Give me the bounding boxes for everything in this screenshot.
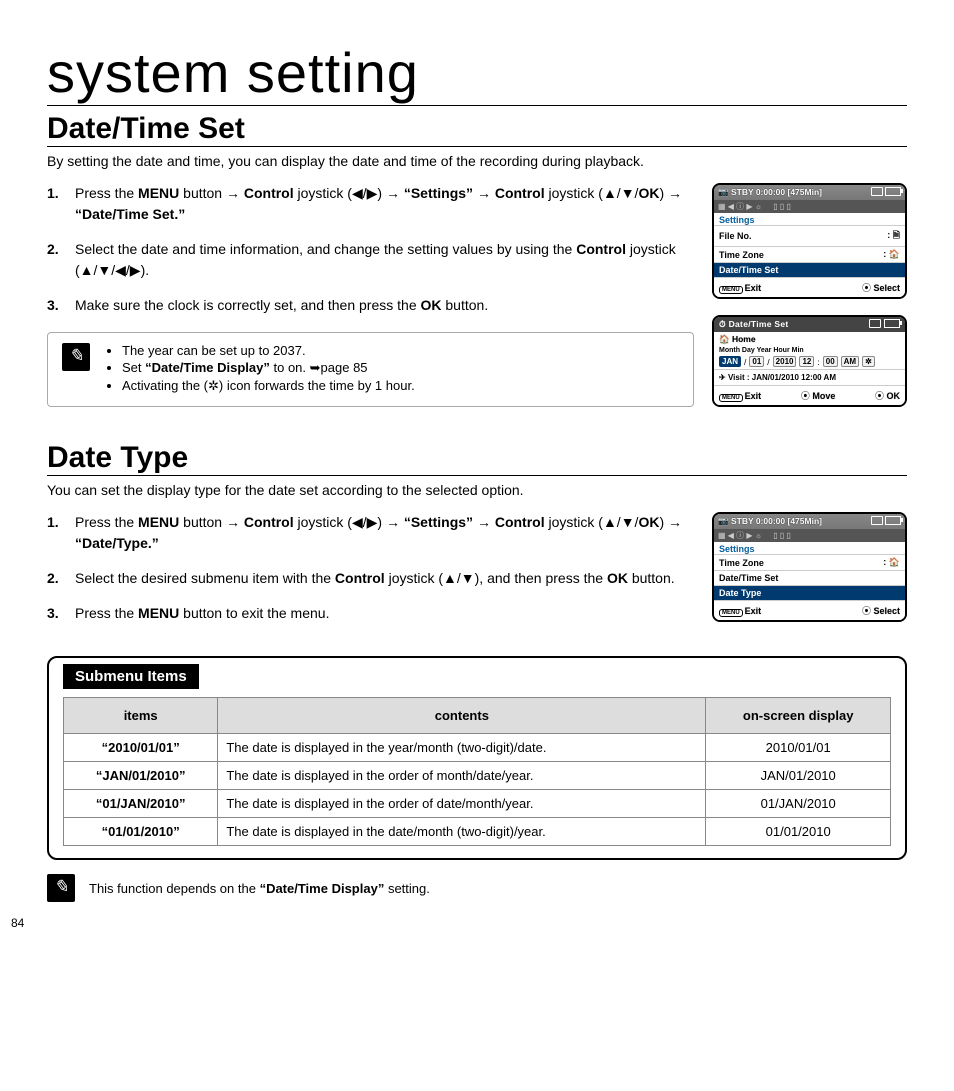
- screen-select-2: Select: [873, 606, 900, 616]
- steps-datetime: Press the MENU button → Control joystick…: [47, 183, 694, 316]
- footnote: This function depends on the “Date/Time …: [47, 874, 907, 902]
- screen-exit-1: Exit: [745, 283, 762, 293]
- submenu-box: Submenu Items items contents on-screen d…: [47, 656, 907, 860]
- dt-step-1: Press the MENU button → Control joystick…: [47, 512, 694, 554]
- dt-step-3: Press the MENU button to exit the menu.: [47, 603, 694, 624]
- submenu-tab: Submenu Items: [63, 664, 199, 689]
- section-title-datetype: Date Type: [47, 441, 907, 476]
- screen-settings-2: 📷 STBY 0:00:00 [475Min] ▦ ◀ ⓘ ▶ ☼ ▯ ▯ ▯ …: [712, 512, 907, 622]
- section-title-datetime: Date/Time Set: [47, 112, 907, 147]
- note-3: Activating the (✲) icon forwards the tim…: [122, 378, 415, 394]
- screen-item-fileno: File No.: 🗎: [714, 225, 905, 246]
- note-2: Set “Date/Time Display” to on. ➥page 85: [122, 360, 415, 376]
- screen-stby-1: STBY 0:00:00 [475Min]: [731, 187, 822, 197]
- screen-dt-fields: JAN/01/2010 12:00 AM✲: [714, 354, 905, 369]
- table-row: “01/JAN/2010”The date is displayed in th…: [64, 790, 891, 818]
- section-intro-datetype: You can set the display type for the dat…: [47, 482, 907, 498]
- step-1: Press the MENU button → Control joystick…: [47, 183, 694, 225]
- note-box-datetime: The year can be set up to 2037. Set “Dat…: [47, 332, 694, 407]
- screen-dt-ok: OK: [886, 391, 900, 401]
- step-2: Select the date and time information, an…: [47, 239, 694, 281]
- screen-select-1: Select: [873, 283, 900, 293]
- page-number: 84: [11, 916, 24, 930]
- section-intro-datetime: By setting the date and time, you can di…: [47, 153, 907, 169]
- table-row: “JAN/01/2010”The date is displayed in th…: [64, 762, 891, 790]
- screen-exit-2: Exit: [745, 606, 762, 616]
- note-icon: [62, 343, 90, 371]
- screen-item-timezone-2: Time Zone: 🏠: [714, 554, 905, 570]
- table-row: “01/01/2010”The date is displayed in the…: [64, 818, 891, 846]
- note-icon: [47, 874, 75, 902]
- th-items: items: [64, 698, 218, 734]
- screen-settings-label-2: Settings: [714, 542, 905, 554]
- screen-dt-exit: Exit: [745, 391, 762, 401]
- screen-dt-home: 🏠 Home: [714, 332, 905, 347]
- table-row: “2010/01/01”The date is displayed in the…: [64, 734, 891, 762]
- footnote-text: This function depends on the “Date/Time …: [89, 881, 430, 896]
- screen-dt-move: Move: [812, 391, 835, 401]
- screen-item-timezone: Time Zone: 🏠: [714, 246, 905, 262]
- note-1: The year can be set up to 2037.: [122, 343, 415, 358]
- screen-datetime-set: ⏱ Date/Time Set 🏠 Home Month Day Year Ho…: [712, 315, 907, 407]
- screen-dt-visit: ✈ Visit : JAN/01/2010 12:00 AM: [714, 369, 905, 385]
- dt-step-2: Select the desired submenu item with the…: [47, 568, 694, 589]
- step-3: Make sure the clock is correctly set, an…: [47, 295, 694, 316]
- screen-settings-label-1: Settings: [714, 213, 905, 225]
- submenu-table: items contents on-screen display “2010/0…: [63, 697, 891, 846]
- screen-item-datetype: Date Type: [714, 585, 905, 600]
- screen-item-datetime: Date/Time Set: [714, 262, 905, 277]
- screen-dt-labels: Month Day Year Hour Min: [714, 347, 905, 354]
- screen-stby-2: STBY 0:00:00 [475Min]: [731, 516, 822, 526]
- screen-dt-title: Date/Time Set: [729, 319, 789, 329]
- th-osd: on-screen display: [706, 698, 891, 734]
- th-contents: contents: [218, 698, 706, 734]
- screen-settings-1: 📷 STBY 0:00:00 [475Min] ▦ ◀ ⓘ ▶ ☼ ▯ ▯ ▯ …: [712, 183, 907, 299]
- steps-datetype: Press the MENU button → Control joystick…: [47, 512, 694, 624]
- screen-item-datetime-2: Date/Time Set: [714, 570, 905, 585]
- page-title: system setting: [47, 40, 907, 106]
